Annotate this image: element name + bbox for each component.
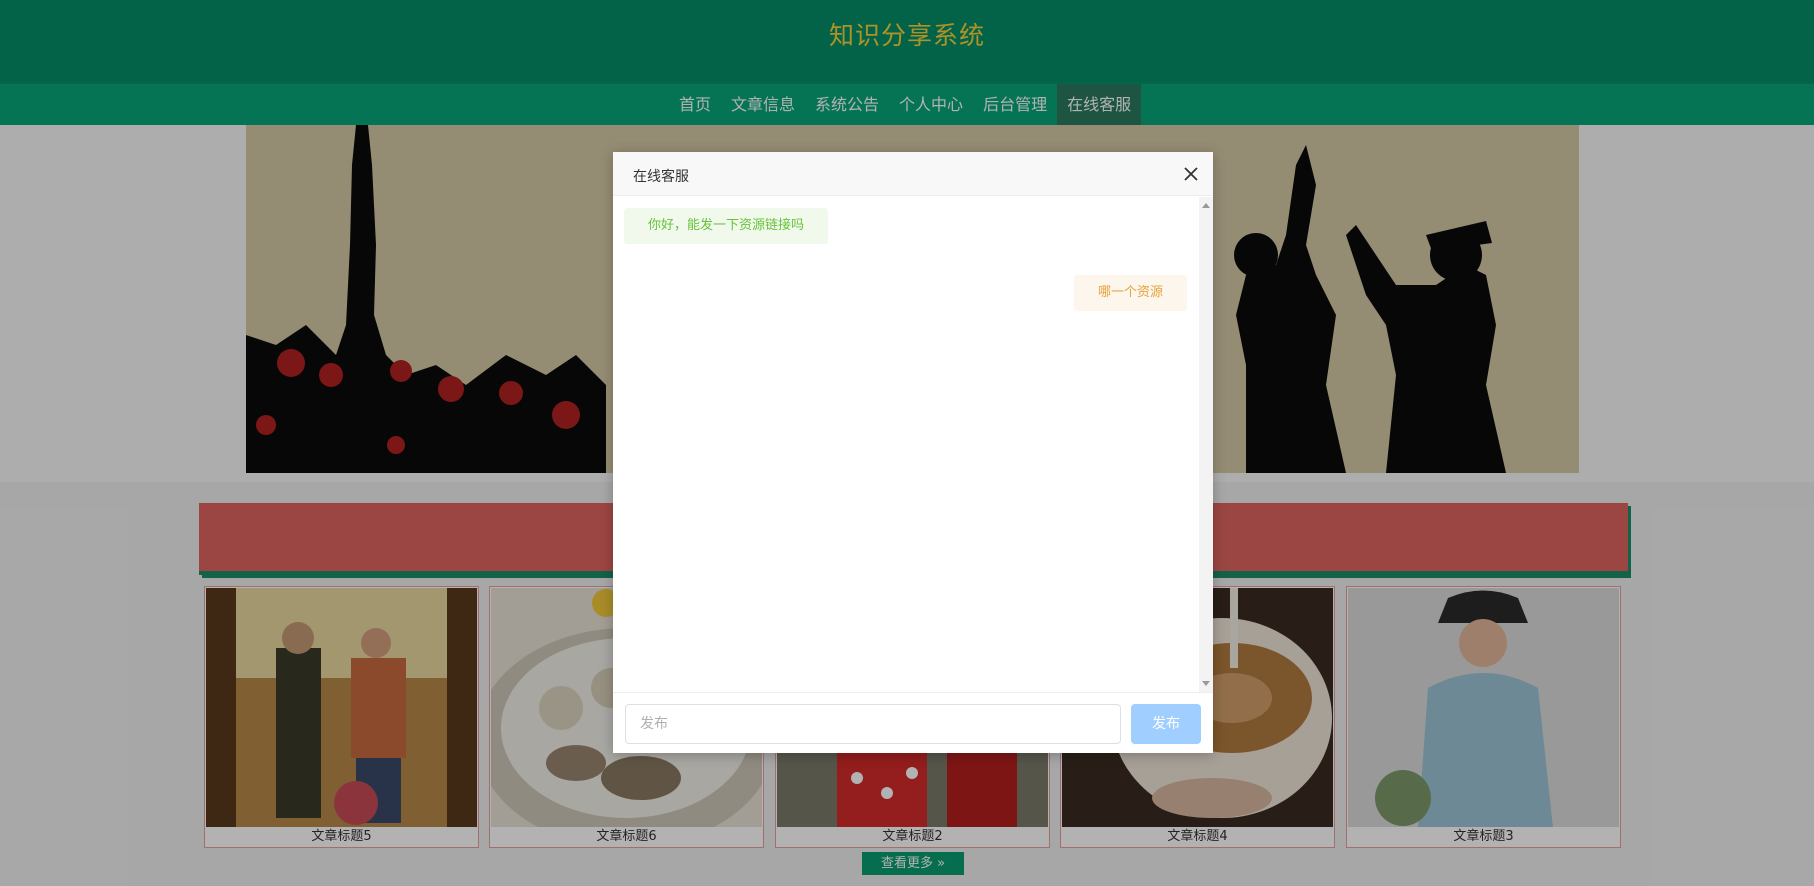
chat-scrollbar[interactable]	[1199, 197, 1213, 692]
scroll-down-arrow-icon[interactable]	[1202, 681, 1210, 686]
chat-message-outgoing: 哪一个资源	[1073, 275, 1187, 311]
dialog-title: 在线客服	[633, 169, 689, 185]
support-chat-dialog: 在线客服 你好，能发一下资源链接吗 哪一个资源 发布	[613, 152, 1213, 753]
dialog-footer: 发布	[613, 692, 1213, 753]
chat-input[interactable]	[625, 704, 1121, 744]
scroll-up-arrow-icon[interactable]	[1202, 203, 1210, 208]
send-button[interactable]: 发布	[1131, 704, 1201, 744]
chat-message-incoming: 你好，能发一下资源链接吗	[624, 208, 829, 244]
dialog-header: 在线客服	[613, 152, 1213, 196]
chat-message-list[interactable]: 你好，能发一下资源链接吗 哪一个资源	[613, 197, 1199, 692]
close-icon[interactable]	[1181, 164, 1201, 184]
